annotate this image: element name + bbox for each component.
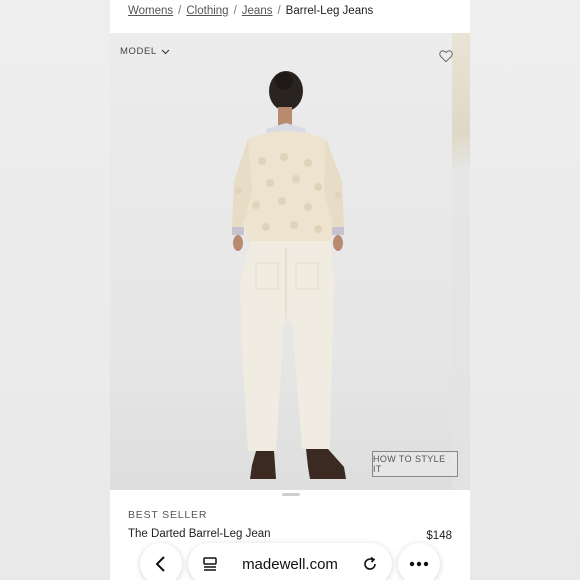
breadcrumb-link-clothing[interactable]: Clothing: [186, 5, 228, 17]
breadcrumb-separator: /: [178, 5, 182, 17]
back-arrow-icon: [155, 556, 165, 572]
more-options-button[interactable]: [398, 543, 440, 580]
model-selector[interactable]: MODEL: [120, 46, 170, 57]
breadcrumb-link-womens[interactable]: Womens: [128, 5, 173, 17]
model-label: MODEL: [120, 46, 157, 57]
how-to-style-it-button[interactable]: HOW TO STYLE IT: [372, 451, 458, 477]
phone-screen: Womens / Clothing / Jeans / Barrel-Leg Jeans M…: [110, 0, 470, 580]
back-button[interactable]: [140, 543, 182, 580]
product-image-carousel[interactable]: MODEL HOW TO STYLE IT: [110, 33, 470, 490]
breadcrumb-link-jeans[interactable]: Jeans: [242, 5, 273, 17]
tab-menu-icon[interactable]: [202, 556, 218, 572]
next-image-preview[interactable]: [452, 33, 470, 490]
url-text: madewell.com: [242, 555, 338, 573]
address-bar[interactable]: madewell.com: [188, 543, 392, 580]
best-seller-badge: BEST SELLER: [128, 509, 208, 521]
breadcrumb-current: Barrel-Leg Jeans: [285, 5, 374, 17]
model-photo: [232, 71, 346, 479]
breadcrumb-separator: /: [233, 5, 237, 17]
left-background: [0, 0, 110, 580]
breadcrumb: Womens / Clothing / Jeans / Barrel-Leg Jeans: [128, 5, 373, 17]
more-options-icon: [409, 561, 429, 567]
drawer-handle[interactable]: [282, 493, 300, 496]
heart-icon[interactable]: [438, 48, 454, 64]
browser-toolbar: madewell.com: [140, 541, 440, 580]
chevron-down-icon: [161, 49, 170, 54]
product-name: The Darted Barrel-Leg Jean: [128, 528, 271, 540]
reload-icon[interactable]: [362, 556, 378, 572]
breadcrumb-separator: /: [277, 5, 281, 17]
right-background: [470, 0, 580, 580]
